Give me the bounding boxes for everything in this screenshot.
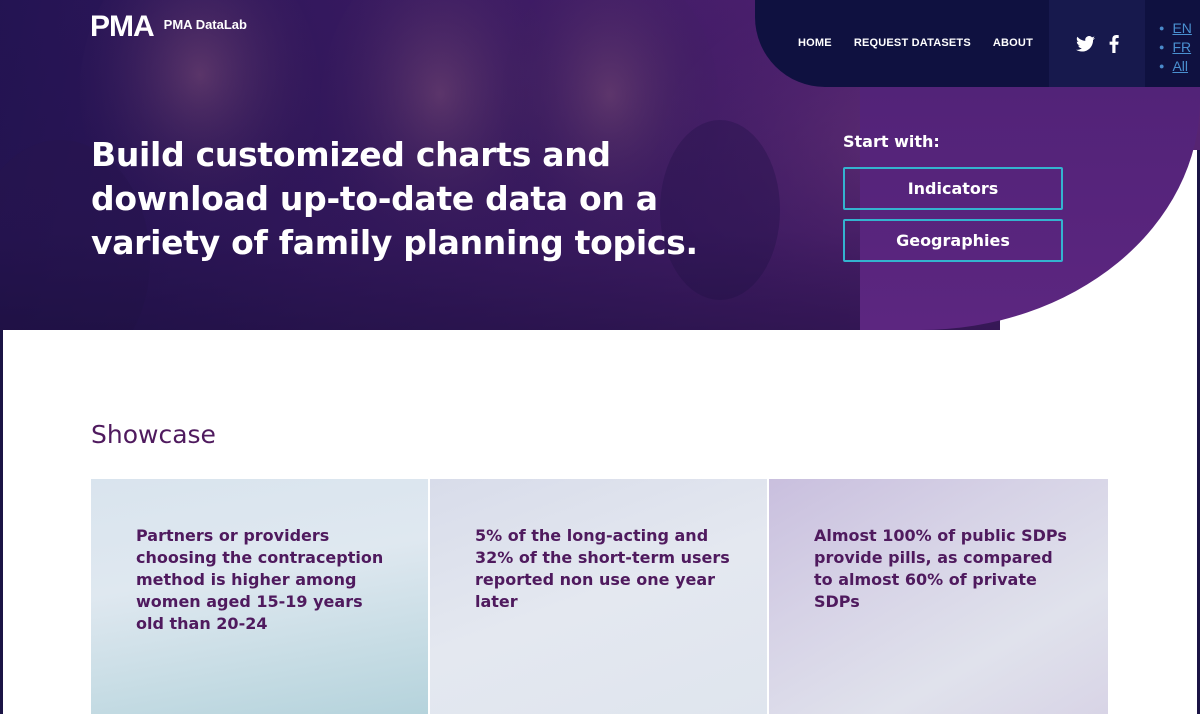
hero-title: Build customized charts and download up-… xyxy=(91,135,698,262)
site-logo[interactable]: PMA PMA DataLab xyxy=(90,12,247,42)
showcase-card-text: 5% of the long-acting and 32% of the sho… xyxy=(475,526,730,611)
nav-links: HOME REQUEST DATASETS ABOUT xyxy=(798,37,1033,49)
start-with-label: Start with: xyxy=(843,132,940,151)
nav-about[interactable]: ABOUT xyxy=(993,37,1033,49)
nav-request-datasets[interactable]: REQUEST DATASETS xyxy=(854,37,971,49)
social-links xyxy=(1049,0,1145,87)
indicators-button[interactable]: Indicators xyxy=(843,167,1063,210)
language-all-link[interactable]: All xyxy=(1172,58,1188,74)
page: PMA PMA DataLab Build customized charts … xyxy=(0,0,1200,714)
logo-mark: PMA xyxy=(90,10,155,43)
showcase-card[interactable]: Almost 100% of public SDPs provide pills… xyxy=(769,479,1108,714)
showcase-card-text: Almost 100% of public SDPs provide pills… xyxy=(814,526,1067,611)
showcase-card[interactable]: Partners or providers choosing the contr… xyxy=(91,479,430,714)
bullet-icon: ● xyxy=(1159,22,1165,33)
language-fr-link[interactable]: FR xyxy=(1172,39,1191,55)
language-item: ● FR xyxy=(1159,37,1192,56)
nav-home[interactable]: HOME xyxy=(798,37,832,49)
showcase-heading: Showcase xyxy=(91,420,216,449)
showcase-cards: Partners or providers choosing the contr… xyxy=(91,479,1108,714)
left-border xyxy=(0,330,3,714)
twitter-icon[interactable] xyxy=(1075,35,1095,52)
showcase-card[interactable]: 5% of the long-acting and 32% of the sho… xyxy=(430,479,769,714)
showcase-card-text: Partners or providers choosing the contr… xyxy=(136,526,384,633)
logo-text: PMA DataLab xyxy=(163,16,247,32)
bullet-icon: ● xyxy=(1159,41,1165,52)
bullet-icon: ● xyxy=(1159,60,1165,71)
facebook-icon[interactable] xyxy=(1109,34,1119,53)
geographies-button[interactable]: Geographies xyxy=(843,219,1063,262)
language-list: ● EN ● FR ● All xyxy=(1159,18,1192,75)
language-en-link[interactable]: EN xyxy=(1172,20,1191,36)
language-item: ● EN xyxy=(1159,18,1192,37)
language-item: ● All xyxy=(1159,56,1192,75)
